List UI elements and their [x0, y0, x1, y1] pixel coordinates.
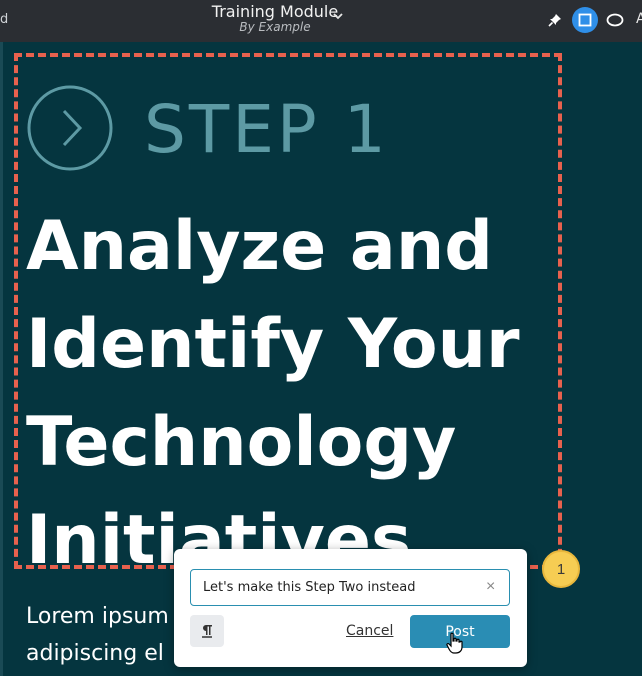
slide-body-text: Lorem ipsum adipiscing el: [26, 598, 169, 672]
ellipse-tool-button[interactable]: [602, 7, 628, 33]
ellipse-icon: [606, 13, 624, 27]
document-title-group[interactable]: Training Module By Example: [200, 2, 350, 34]
clear-input-icon[interactable]: ×: [486, 578, 495, 596]
paragraph-format-icon: [202, 625, 212, 638]
body-line: adipiscing el: [26, 641, 164, 666]
chevron-down-icon[interactable]: [332, 10, 344, 22]
hand-pointer-cursor-icon: [446, 632, 463, 654]
body-line: Lorem ipsum: [26, 604, 169, 629]
top-bar: d Training Module By Example A: [0, 0, 642, 42]
comment-input[interactable]: [190, 569, 510, 606]
truncated-tool-label[interactable]: A: [636, 11, 642, 27]
pin-icon: [548, 14, 561, 27]
format-button[interactable]: [190, 615, 224, 647]
rectangle-tool-button[interactable]: [572, 7, 598, 33]
selection-annotation-frame[interactable]: [14, 53, 562, 569]
comment-popover: × Cancel Post: [174, 549, 527, 667]
slide-left-edge: [0, 42, 3, 676]
document-subtitle: By Example: [239, 20, 311, 34]
rectangle-select-icon: [578, 13, 592, 27]
pin-tool-button[interactable]: [542, 7, 568, 33]
annotation-badge[interactable]: 1: [542, 550, 580, 588]
truncated-label: d: [0, 12, 9, 27]
document-title: Training Module: [211, 2, 339, 21]
cancel-button[interactable]: Cancel: [346, 623, 393, 639]
